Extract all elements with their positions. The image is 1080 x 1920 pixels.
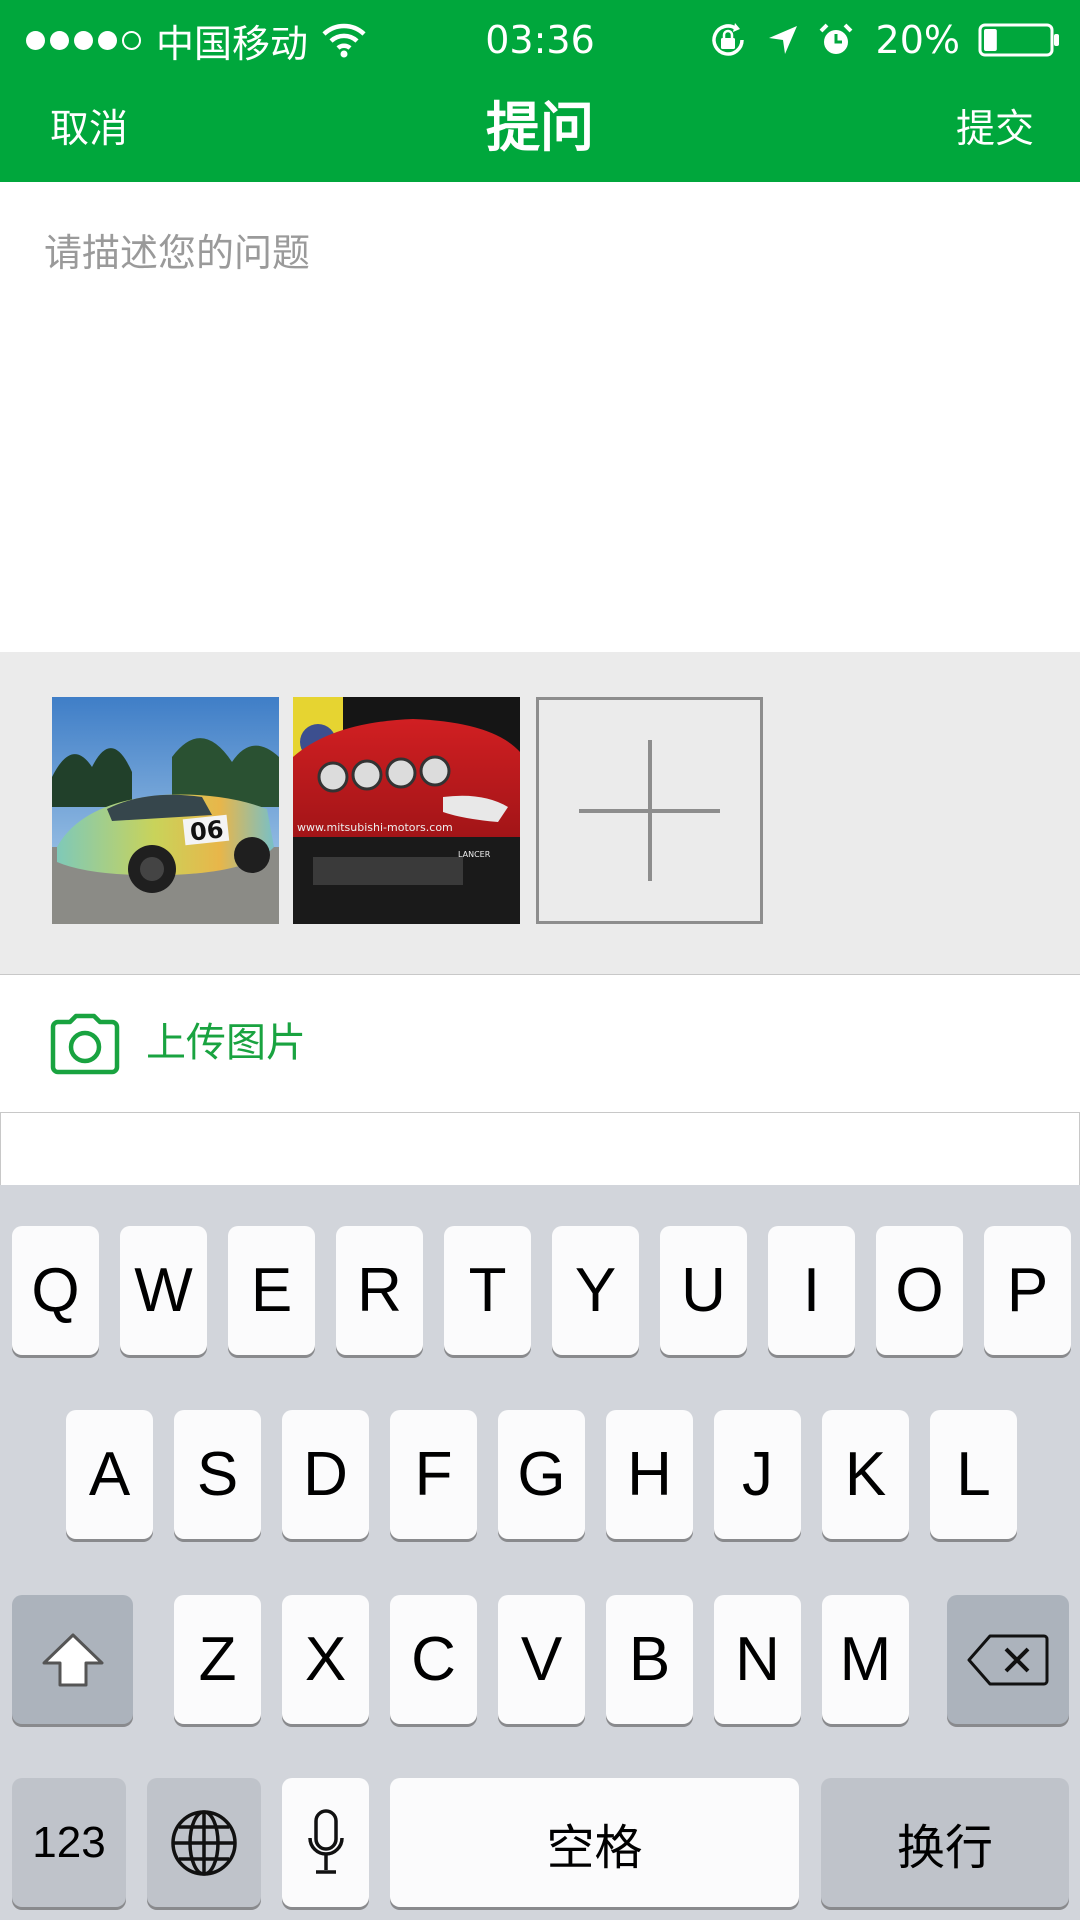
cancel-button[interactable]: 取消 — [50, 102, 128, 158]
battery-percent: 20% — [875, 18, 960, 62]
content-divider-area — [0, 1113, 1080, 1185]
status-right: 20% — [690, 14, 1060, 66]
add-image-button[interactable] — [536, 697, 763, 924]
battery-icon — [978, 23, 1059, 57]
svg-text:www.mitsubishi-motors.com: www.mitsubishi-motors.com — [297, 821, 453, 834]
upload-image-label: 上传图片 — [146, 1020, 306, 1066]
page-title: 提问 — [486, 96, 594, 159]
key-j[interactable]: J — [714, 1410, 801, 1539]
keyboard: QWERTYUIOP ASDFGHJKL ZXCVBNM 123 空格 换行 — [0, 1185, 1080, 1920]
delete-key[interactable] — [947, 1595, 1069, 1724]
microphone-icon — [307, 1808, 344, 1874]
return-key[interactable]: 换行 — [821, 1778, 1069, 1907]
key-e[interactable]: E — [228, 1226, 315, 1355]
numbers-key[interactable]: 123 — [12, 1778, 126, 1907]
key-o[interactable]: O — [876, 1226, 963, 1355]
key-h[interactable]: H — [606, 1410, 693, 1539]
key-r[interactable]: R — [336, 1226, 423, 1355]
key-f[interactable]: F — [390, 1410, 477, 1539]
attached-image[interactable]: 06 — [52, 697, 279, 924]
key-v[interactable]: V — [498, 1595, 585, 1724]
space-key[interactable]: 空格 — [390, 1778, 799, 1907]
key-k[interactable]: K — [822, 1410, 909, 1539]
ask-question-screen: 中国移动 03:36 20% 取消 提问 提交 请描述您的问题 06 www.m… — [0, 0, 1080, 1920]
key-q[interactable]: Q — [12, 1226, 99, 1355]
status-bar: 中国移动 03:36 20% — [0, 0, 1080, 80]
header: 中国移动 03:36 20% 取消 提问 提交 — [0, 0, 1080, 182]
key-s[interactable]: S — [174, 1410, 261, 1539]
car-photo-red: www.mitsubishi-motors.com LANCER — [293, 697, 520, 924]
key-y[interactable]: Y — [552, 1226, 639, 1355]
key-l[interactable]: L — [930, 1410, 1017, 1539]
key-n[interactable]: N — [714, 1595, 801, 1724]
key-c[interactable]: C — [390, 1595, 477, 1724]
globe-key[interactable] — [147, 1778, 261, 1907]
attached-image[interactable]: www.mitsubishi-motors.com LANCER — [293, 697, 520, 924]
camera-icon — [50, 1013, 120, 1075]
question-input[interactable] — [44, 222, 1034, 622]
key-t[interactable]: T — [444, 1226, 531, 1355]
key-g[interactable]: G — [498, 1410, 585, 1539]
image-attachments: 06 www.mitsubishi-motors.com LANCER — [0, 652, 1080, 974]
key-a[interactable]: A — [66, 1410, 153, 1539]
key-d[interactable]: D — [282, 1410, 369, 1539]
key-u[interactable]: U — [660, 1226, 747, 1355]
key-z[interactable]: Z — [174, 1595, 261, 1724]
key-m[interactable]: M — [822, 1595, 909, 1724]
car-photo-green: 06 — [52, 697, 279, 924]
key-w[interactable]: W — [120, 1226, 207, 1355]
key-p[interactable]: P — [984, 1226, 1071, 1355]
key-b[interactable]: B — [606, 1595, 693, 1724]
nav-bar: 取消 提问 提交 — [0, 80, 1080, 182]
globe-icon — [171, 1809, 237, 1876]
microphone-key[interactable] — [282, 1778, 369, 1907]
svg-text:06: 06 — [189, 815, 225, 846]
location-icon — [768, 26, 797, 54]
key-x[interactable]: X — [282, 1595, 369, 1724]
question-area — [0, 182, 1080, 652]
shift-key[interactable] — [12, 1595, 133, 1724]
key-i[interactable]: I — [768, 1226, 855, 1355]
orientation-lock-icon — [711, 23, 744, 56]
svg-text:LANCER: LANCER — [458, 850, 491, 859]
submit-button[interactable]: 提交 — [956, 102, 1034, 158]
plus-icon — [648, 740, 652, 881]
delete-icon — [967, 1634, 1049, 1685]
alarm-icon — [819, 23, 852, 54]
shift-icon — [42, 1633, 103, 1686]
upload-image-button[interactable]: 上传图片 — [0, 974, 1080, 1113]
